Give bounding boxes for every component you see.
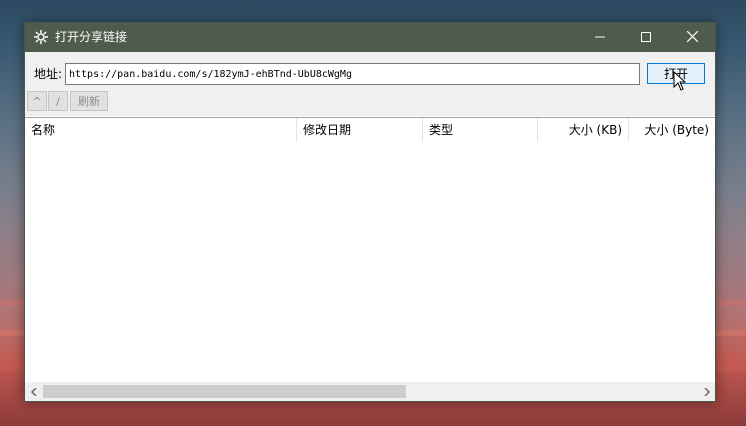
minimize-button[interactable] [577,23,623,52]
address-label: 地址: [34,67,63,81]
chevron-right-icon [703,385,711,399]
column-header-type[interactable]: 类型 [423,118,538,142]
column-header-name[interactable]: 名称 [25,118,297,142]
scroll-left-button[interactable] [25,382,42,401]
maximize-icon [641,31,651,45]
root-path-button[interactable]: / [48,91,68,111]
column-header-size-byte[interactable]: 大小 (Byte) [629,118,715,142]
close-icon [686,30,698,45]
horizontal-scrollbar[interactable] [25,382,715,401]
chevron-left-icon [30,385,38,399]
refresh-button[interactable]: 刷新 [70,91,108,111]
list-header: 名称 修改日期 类型 大小 (KB) 大小 (Byte) [25,118,715,142]
gear-icon [33,29,49,45]
address-input[interactable] [65,63,640,85]
title-bar[interactable]: 打开分享链接 [25,23,715,52]
window-title: 打开分享链接 [55,30,128,44]
up-button[interactable]: ^ [27,91,47,111]
address-toolbar: 地址: 打开 ^ / 刷新 [25,52,715,116]
column-header-modified-date[interactable]: 修改日期 [297,118,423,142]
scroll-thumb[interactable] [43,385,406,398]
column-header-size-kb[interactable]: 大小 (KB) [538,118,629,142]
maximize-button[interactable] [623,23,669,52]
share-link-window: 打开分享链接 地址: 打开 ^ / 刷新 [24,22,716,402]
minimize-icon [595,31,605,45]
mouse-cursor-icon [673,70,687,91]
scroll-right-button[interactable] [698,382,715,401]
close-button[interactable] [669,23,715,52]
file-list[interactable]: 名称 修改日期 类型 大小 (KB) 大小 (Byte) [25,117,715,401]
